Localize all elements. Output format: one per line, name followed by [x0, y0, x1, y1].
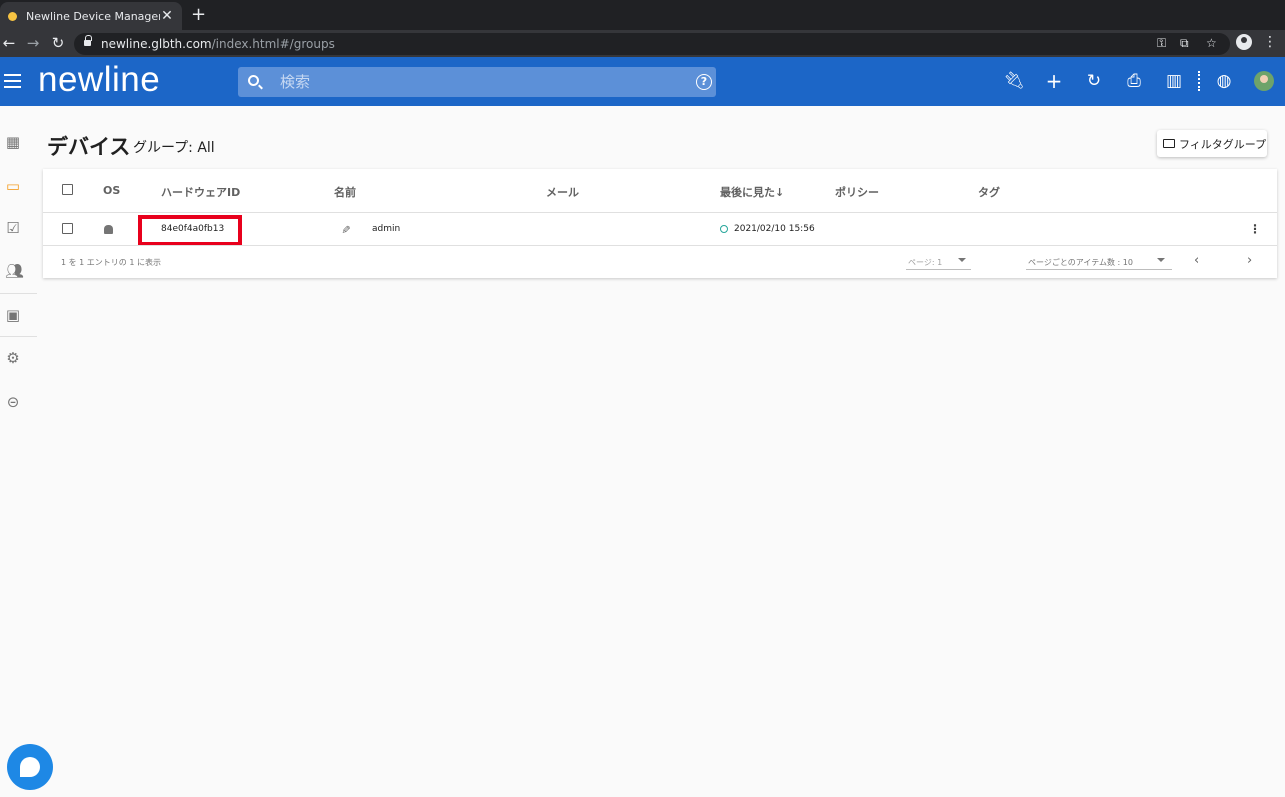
newline-logo[interactable]: newline: [38, 60, 160, 100]
header-divider: [1198, 71, 1200, 91]
back-arrow-icon[interactable]: ←: [0, 34, 18, 52]
header-divider-line: [43, 212, 1277, 213]
column-header-name[interactable]: 名前: [334, 184, 356, 200]
browser-menu-icon[interactable]: ⋮: [1263, 34, 1277, 50]
url-text: newline.glbth.com/index.html#/groups: [101, 37, 335, 51]
columns-icon[interactable]: ▥: [1163, 71, 1185, 91]
save-icon[interactable]: ▣: [5, 307, 21, 323]
star-icon[interactable]: ☆: [1206, 36, 1217, 50]
name-cell: admin: [372, 224, 401, 234]
device-table: OS ハードウェアID 名前 メール 最後に見た↓ ポリシー タグ 84e0f4…: [43, 169, 1277, 278]
menu-icon[interactable]: [4, 74, 21, 88]
previous-page-icon[interactable]: ‹: [1194, 253, 1199, 268]
dashboard-icon[interactable]: ▦: [5, 134, 21, 150]
filter-group-label: フィルタグループ: [1179, 137, 1267, 151]
group-label: グループ: All: [133, 140, 215, 156]
users-icon[interactable]: 👥︎: [5, 263, 24, 279]
key-icon[interactable]: ⚿: [1157, 36, 1166, 51]
new-tab-button[interactable]: +: [191, 4, 206, 25]
nav-divider: [0, 336, 37, 337]
page-select-underline: [906, 269, 971, 270]
tab-close-icon[interactable]: ✕: [160, 8, 174, 24]
browser-toolbar: ← → ↻ newline.glbth.com/index.html#/grou…: [0, 30, 1285, 57]
search-input[interactable]: [280, 71, 680, 93]
settings-icon[interactable]: ⚙: [5, 350, 21, 366]
android-icon: [104, 225, 113, 234]
help-icon[interactable]: ?: [696, 74, 712, 90]
policy-shield-icon[interactable]: ☑: [5, 220, 21, 236]
address-bar[interactable]: newline.glbth.com/index.html#/groups ⚿ ⧉…: [74, 33, 1230, 55]
highlight-box: [138, 215, 242, 246]
items-per-page-dropdown-icon[interactable]: [1157, 258, 1165, 262]
column-header-email[interactable]: メール: [546, 184, 579, 200]
page-dropdown-icon[interactable]: [958, 258, 966, 262]
items-per-page-select[interactable]: ページごとのアイテム数 : 10: [1028, 257, 1133, 268]
user-avatar[interactable]: [1254, 71, 1274, 91]
translate-icon[interactable]: ⧉: [1180, 36, 1189, 51]
page-title: デバイス: [47, 135, 131, 159]
column-header-os[interactable]: OS: [103, 184, 120, 197]
page-select[interactable]: ページ: 1: [908, 257, 942, 268]
search-bar: ?: [238, 67, 716, 97]
browser-profile-icon[interactable]: [1236, 34, 1252, 50]
nav-divider: [0, 293, 37, 294]
next-page-icon[interactable]: ›: [1247, 253, 1252, 268]
chat-widget-button[interactable]: [7, 744, 53, 790]
app-header: newline ? 🔌︎ + ↻ ⎙ ▥ ◍: [0, 57, 1285, 106]
online-status-icon: [720, 225, 728, 233]
row-checkbox[interactable]: [62, 223, 73, 234]
tab-title: Newline Device Management: [26, 9, 160, 23]
plug-icon[interactable]: 🔌︎: [1003, 71, 1025, 91]
edit-name-icon[interactable]: ✎: [339, 225, 352, 234]
print-icon[interactable]: ⎙: [1123, 71, 1145, 91]
column-header-policy[interactable]: ポリシー: [835, 184, 879, 200]
browser-tab[interactable]: Newline Device Management ✕: [0, 2, 182, 30]
pagination-summary: 1 を 1 エントリの 1 に表示: [61, 258, 161, 267]
last-seen-cell: 2021/02/10 15:56: [734, 224, 815, 234]
refresh-icon[interactable]: ↻: [1083, 71, 1105, 91]
side-nav: ▦ ▭ ☑ 👥︎ ▣ ⚙ ⊝: [0, 106, 37, 797]
column-header-hardware-id[interactable]: ハードウェアID: [161, 184, 240, 200]
filter-group-button[interactable]: フィルタグループ: [1157, 130, 1267, 157]
lock-icon: [84, 35, 92, 47]
select-all-checkbox[interactable]: [62, 184, 73, 195]
items-per-page-underline: [1026, 269, 1172, 270]
search-icon: [248, 75, 259, 86]
reload-icon[interactable]: ↻: [49, 34, 67, 52]
browser-tab-strip: Newline Device Management ✕ +: [0, 0, 1285, 30]
forward-arrow-icon[interactable]: →: [24, 34, 42, 52]
link-icon[interactable]: ⊝: [5, 394, 21, 410]
row-menu-icon[interactable]: ⋮: [1249, 222, 1261, 236]
add-icon[interactable]: +: [1043, 71, 1065, 91]
language-globe-icon[interactable]: ◍: [1213, 71, 1235, 91]
column-header-last-seen[interactable]: 最後に見た↓: [720, 184, 784, 200]
favicon-icon: [8, 11, 17, 21]
devices-icon[interactable]: ▭: [5, 178, 21, 194]
devices-filter-icon: [1163, 139, 1175, 148]
column-header-tags[interactable]: タグ: [978, 184, 1000, 200]
row-divider-line: [43, 245, 1277, 246]
